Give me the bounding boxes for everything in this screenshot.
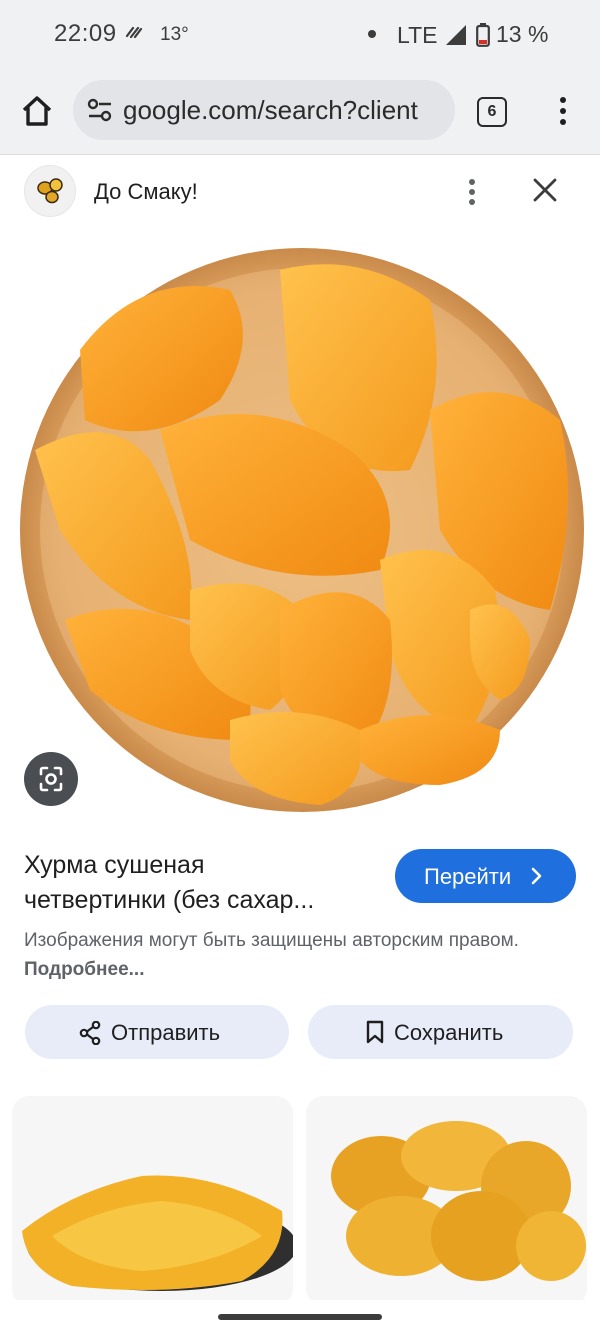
lens-icon (39, 766, 63, 792)
status-bar: 22:09 13° LTE 13 % (0, 0, 600, 70)
share-button[interactable]: Отправить (25, 1005, 289, 1059)
share-label: Отправить (111, 1020, 221, 1045)
status-time: 22:09 (54, 20, 117, 47)
related-image-thumbnail[interactable] (12, 1096, 293, 1306)
result-title[interactable]: Хурма сушеная четвертинки (без сахар... (24, 848, 384, 918)
result-title-line2: четвертинки (без сахар... (24, 886, 315, 914)
bookmark-icon (366, 1020, 384, 1050)
browser-toolbar: google.com/search?client 6 (0, 70, 600, 155)
gesture-navigation-bar (0, 1300, 600, 1335)
url-text[interactable]: google.com/search?client (123, 95, 418, 126)
lens-button[interactable] (24, 752, 78, 806)
signal-icon (444, 24, 468, 51)
home-gesture-handle[interactable] (218, 1314, 382, 1320)
status-battery: 13 % (496, 21, 549, 47)
copyright-notice: Изображения могут быть защищены авторски… (24, 926, 564, 984)
save-button[interactable]: Сохранить (308, 1005, 573, 1059)
share-icon (79, 1020, 101, 1051)
home-icon (22, 96, 52, 126)
battery-icon (476, 23, 490, 52)
source-name[interactable]: До Смаку! (94, 179, 198, 205)
close-icon[interactable] (530, 175, 560, 205)
sync-icon (124, 22, 144, 47)
chevron-right-icon (531, 867, 542, 885)
related-image-thumbnail[interactable] (306, 1096, 587, 1306)
save-label: Сохранить (394, 1020, 504, 1045)
tab-switcher-button[interactable]: 6 (477, 97, 507, 127)
result-title-line1: Хурма сушеная (24, 851, 205, 879)
address-bar[interactable]: google.com/search?client (73, 80, 455, 140)
go-button-label: Перейти (424, 864, 512, 889)
home-button[interactable] (18, 92, 56, 130)
source-header: До Смаку! (0, 155, 600, 229)
source-logo (24, 165, 76, 217)
copyright-text: Изображения могут быть защищены авторски… (24, 930, 519, 951)
notification-dot-icon (368, 30, 376, 38)
go-button[interactable]: Перейти (395, 849, 576, 903)
status-network: LTE (397, 22, 438, 48)
tune-icon[interactable] (87, 98, 113, 127)
status-temperature: 13° (160, 24, 189, 45)
result-image[interactable] (0, 230, 600, 820)
source-more-icon[interactable] (462, 177, 482, 207)
more-vert-icon[interactable] (556, 96, 570, 126)
more-info-link[interactable]: Подробнее... (24, 959, 144, 980)
